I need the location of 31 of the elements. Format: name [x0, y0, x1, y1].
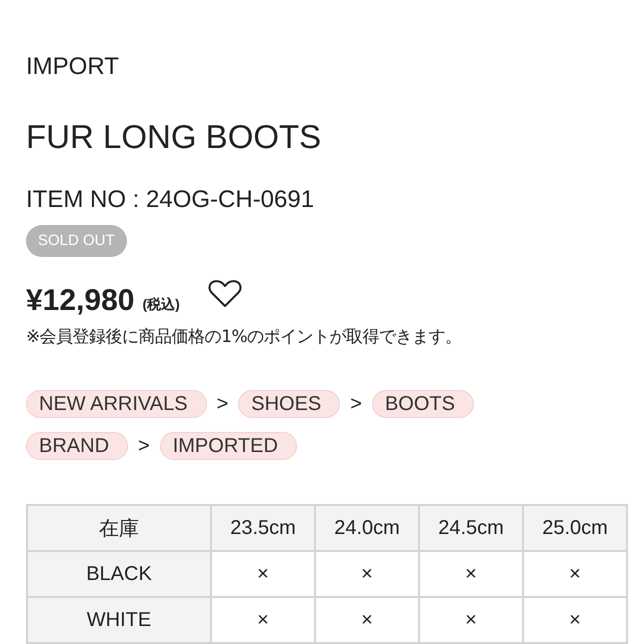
heart-icon[interactable] — [208, 279, 242, 309]
price: ¥12,980 — [26, 284, 134, 318]
column-header: 24.0cm — [315, 505, 419, 551]
table-cell: × — [315, 551, 419, 597]
breadcrumb-separator: > — [138, 434, 150, 458]
tax-note: (税込) — [142, 296, 180, 314]
breadcrumb-separator: > — [350, 392, 362, 416]
row-header: WHITE — [27, 597, 211, 643]
points-note: ※会員登録後に商品価格の1%のポイントが取得できます。 — [26, 326, 463, 348]
sold-out-badge: SOLD OUT — [26, 225, 127, 257]
product-title: FUR LONG BOOTS — [26, 117, 322, 157]
category-tag[interactable]: IMPORTED — [160, 432, 297, 460]
table-cell: × — [315, 597, 419, 643]
table-cell: × — [419, 551, 523, 597]
column-header: 24.5cm — [419, 505, 523, 551]
brand-name: IMPORT — [26, 52, 120, 82]
category-tag[interactable]: BRAND — [26, 432, 128, 460]
column-header: 23.5cm — [211, 505, 315, 551]
breadcrumb-separator: > — [216, 392, 228, 416]
table-cell: × — [523, 597, 627, 643]
column-header: 在庫 — [27, 505, 211, 551]
item-number: ITEM NO : 24OG-CH-0691 — [26, 185, 316, 215]
category-tag[interactable]: BOOTS — [372, 390, 474, 418]
table-cell: × — [523, 551, 627, 597]
row-header: BLACK — [27, 551, 211, 597]
column-header: 25.0cm — [523, 505, 627, 551]
table-cell: × — [211, 551, 315, 597]
table-cell: × — [211, 597, 315, 643]
table-cell: × — [419, 597, 523, 643]
category-tag[interactable]: NEW ARRIVALS — [26, 390, 207, 418]
category-tag[interactable]: SHOES — [238, 390, 340, 418]
